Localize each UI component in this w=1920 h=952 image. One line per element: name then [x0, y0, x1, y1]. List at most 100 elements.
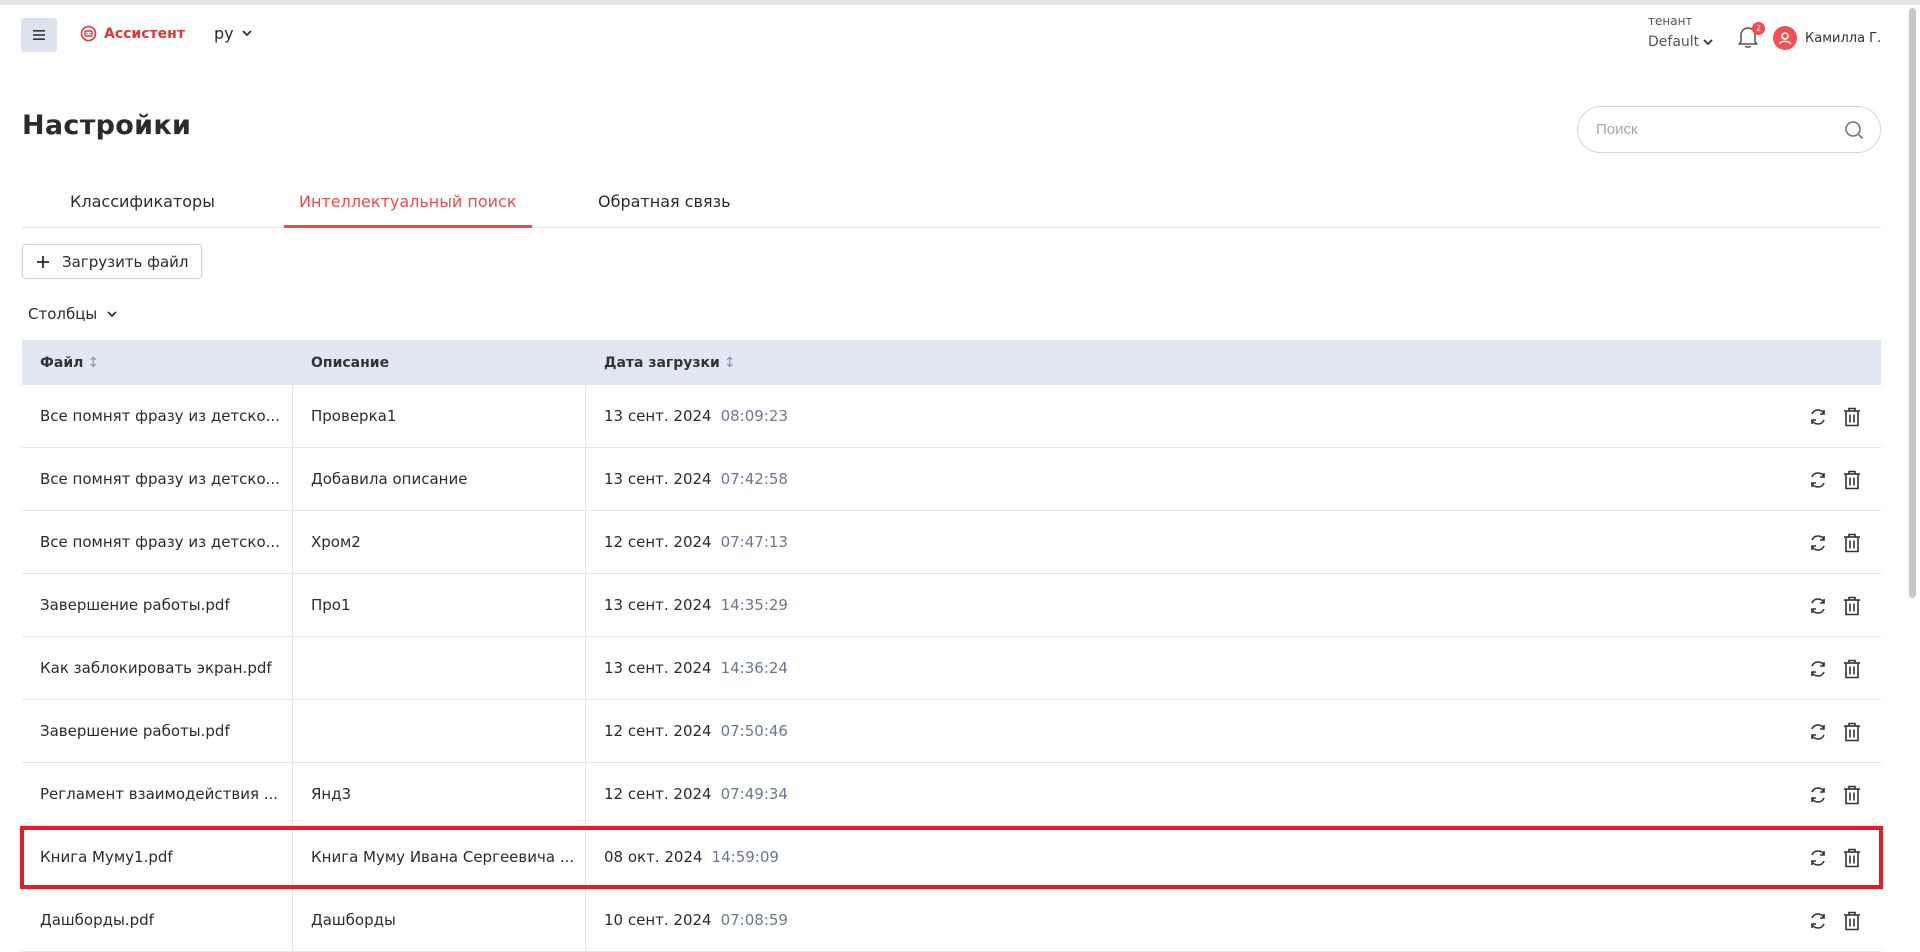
trash-icon[interactable]: [1843, 659, 1861, 679]
table-row[interactable]: Дашборды.pdf Дашборды 10 сент. 2024 07:0…: [22, 889, 1881, 952]
trash-icon[interactable]: [1843, 722, 1861, 742]
user-menu[interactable]: Камилла Г.: [1773, 26, 1881, 50]
cell-upload-date: 13 сент. 2024 07:42:58: [586, 448, 1881, 510]
table-row[interactable]: Все помнят фразу из детско... Хром2 12 с…: [22, 511, 1881, 574]
notifications-button[interactable]: 2: [1737, 22, 1765, 51]
table-row-wrap: Как заблокировать экран.pdf 13 сент. 202…: [22, 637, 1881, 700]
trash-icon[interactable]: [1843, 596, 1861, 616]
tab-label: Интеллектуальный поиск: [299, 192, 517, 211]
row-actions: [1808, 659, 1861, 679]
cell-file: Завершение работы.pdf: [22, 700, 293, 762]
tenant-label: тенант: [1648, 14, 1693, 28]
date-text: 13 сент. 2024: [604, 470, 712, 488]
table-row-wrap: Все помнят фразу из детско... Добавила о…: [22, 448, 1881, 511]
cell-file: Все помнят фразу из детско...: [22, 385, 293, 447]
trash-icon[interactable]: [1843, 848, 1861, 868]
cell-description: Про1: [293, 574, 586, 636]
page-scrollbar[interactable]: [1909, 8, 1916, 598]
sort-icon[interactable]: ↕: [87, 355, 99, 371]
row-actions: [1808, 407, 1861, 427]
date-text: 08 окт. 2024: [604, 848, 703, 866]
menu-button[interactable]: [21, 18, 57, 52]
trash-icon[interactable]: [1843, 407, 1861, 427]
table-row[interactable]: Как заблокировать экран.pdf 13 сент. 202…: [22, 637, 1881, 700]
date-text: 13 сент. 2024: [604, 659, 712, 677]
time-text: 14:59:09: [711, 848, 779, 866]
sort-icon[interactable]: ↕: [724, 355, 736, 371]
cell-upload-date: 13 сент. 2024 08:09:23: [586, 385, 1881, 447]
cell-file: Книга Муму1.pdf: [22, 826, 293, 888]
refresh-icon[interactable]: [1808, 470, 1828, 490]
tab-classifiers[interactable]: Классификаторы: [70, 192, 215, 228]
columns-dropdown[interactable]: Столбцы: [28, 305, 117, 323]
columns-label: Столбцы: [28, 305, 98, 323]
time-text: 08:09:23: [720, 407, 788, 425]
column-header-label: Описание: [311, 354, 390, 371]
user-name: Камилла Г.: [1805, 30, 1882, 46]
page-title: Настройки: [22, 110, 192, 141]
column-header-file[interactable]: Файл ↕: [22, 340, 293, 385]
cell-upload-date: 10 сент. 2024 07:08:59: [586, 889, 1881, 951]
tenant-selector[interactable]: тенант Default: [1648, 14, 1718, 50]
refresh-icon[interactable]: [1808, 596, 1828, 616]
search-input[interactable]: [1596, 121, 1844, 138]
files-table: Файл ↕ Описание Дата загрузки ↕ Все помн…: [20, 340, 1883, 952]
tab-intelligent-search[interactable]: Интеллектуальный поиск: [284, 192, 532, 228]
table-row[interactable]: Все помнят фразу из детско... Добавила о…: [22, 448, 1881, 511]
refresh-icon[interactable]: [1808, 407, 1828, 427]
date-text: 10 сент. 2024: [604, 911, 712, 929]
trash-icon[interactable]: [1843, 470, 1861, 490]
cell-file: Дашборды.pdf: [22, 889, 293, 951]
table-row-wrap: Дашборды.pdf Дашборды 10 сент. 2024 07:0…: [22, 889, 1881, 952]
column-header-upload-date[interactable]: Дата загрузки ↕: [586, 340, 1881, 385]
time-text: 07:08:59: [720, 911, 788, 929]
cell-description: Хром2: [293, 511, 586, 573]
hamburger-icon: [33, 30, 45, 40]
tab-feedback[interactable]: Обратная связь: [598, 192, 731, 228]
app-logo[interactable]: Ассистент: [80, 25, 185, 42]
date-text: 12 сент. 2024: [604, 722, 712, 740]
table-row[interactable]: Завершение работы.pdf 12 сент. 2024 07:5…: [22, 700, 1881, 763]
cell-upload-date: 12 сент. 2024 07:49:34: [586, 763, 1881, 825]
column-header-description: Описание: [293, 340, 586, 385]
trash-icon[interactable]: [1843, 533, 1861, 553]
table-row-wrap: Все помнят фразу из детско... Проверка1 …: [22, 385, 1881, 448]
tenant-value: Default: [1648, 34, 1700, 50]
refresh-icon[interactable]: [1808, 722, 1828, 742]
table-row-wrap: Все помнят фразу из детско... Хром2 12 с…: [22, 511, 1881, 574]
tab-label: Классификаторы: [70, 192, 215, 211]
time-text: 14:36:24: [720, 659, 788, 677]
search-box[interactable]: [1577, 106, 1881, 153]
date-text: 13 сент. 2024: [604, 407, 712, 425]
refresh-icon[interactable]: [1808, 848, 1828, 868]
table-row-wrap: Завершение работы.pdf 12 сент. 2024 07:5…: [22, 700, 1881, 763]
logo-text: Ассистент: [104, 25, 185, 42]
row-actions: [1808, 911, 1861, 931]
table-row[interactable]: Все помнят фразу из детско... Проверка1 …: [22, 385, 1881, 448]
cell-description: [293, 700, 586, 762]
time-text: 14:35:29: [720, 596, 788, 614]
cell-upload-date: 12 сент. 2024 07:47:13: [586, 511, 1881, 573]
refresh-icon[interactable]: [1808, 785, 1828, 805]
table-row[interactable]: Регламент взаимодействия ... Янд3 12 сен…: [22, 763, 1881, 826]
date-text: 13 сент. 2024: [604, 596, 712, 614]
refresh-icon[interactable]: [1808, 911, 1828, 931]
refresh-icon[interactable]: [1808, 659, 1828, 679]
trash-icon[interactable]: [1843, 785, 1861, 805]
cell-upload-date: 12 сент. 2024 07:50:46: [586, 700, 1881, 762]
refresh-icon[interactable]: [1808, 533, 1828, 553]
chevron-down-icon: [1703, 38, 1713, 45]
column-header-label: Дата загрузки: [604, 354, 720, 371]
row-actions: [1808, 533, 1861, 553]
upload-file-button[interactable]: Загрузить файл: [22, 244, 202, 279]
table-row[interactable]: Книга Муму1.pdf Книга Муму Ивана Сергеев…: [22, 826, 1881, 889]
table-row[interactable]: Завершение работы.pdf Про1 13 сент. 2024…: [22, 574, 1881, 637]
language-selector[interactable]: ру: [214, 24, 252, 43]
cell-upload-date: 13 сент. 2024 14:35:29: [586, 574, 1881, 636]
cell-description: Добавила описание: [293, 448, 586, 510]
trash-icon[interactable]: [1843, 911, 1861, 931]
table-body: Все помнят фразу из детско... Проверка1 …: [20, 385, 1883, 952]
tenant-value-wrap[interactable]: Default: [1648, 34, 1718, 50]
cell-description: [293, 637, 586, 699]
search-icon[interactable]: [1844, 120, 1864, 140]
